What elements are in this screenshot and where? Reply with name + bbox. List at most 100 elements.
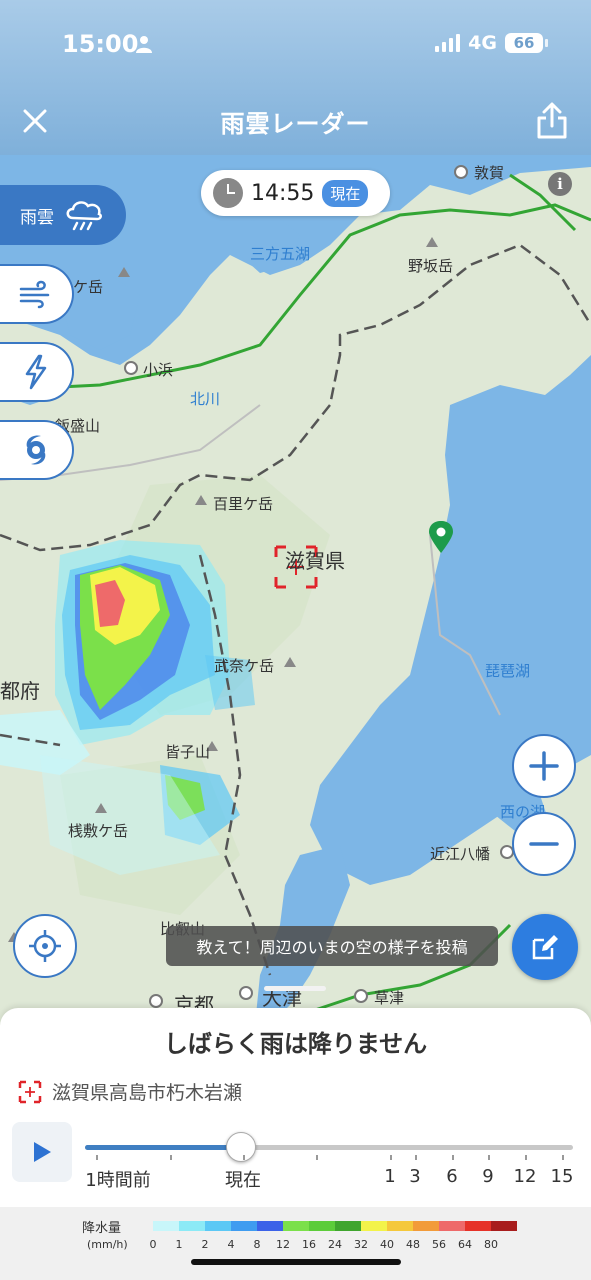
legend-value: 0 bbox=[149, 1238, 157, 1251]
clock-icon bbox=[213, 178, 243, 208]
legend-unit: (mm/h) bbox=[87, 1238, 128, 1251]
legend-value: 56 bbox=[432, 1238, 446, 1251]
location-row[interactable]: 滋賀県高島市朽木岩瀬 bbox=[18, 1078, 242, 1105]
timeline-progress bbox=[85, 1145, 242, 1150]
lightning-icon bbox=[25, 354, 47, 390]
legend-swatch bbox=[257, 1221, 283, 1231]
info-icon[interactable]: i bbox=[548, 172, 572, 196]
timeline-thumb[interactable] bbox=[226, 1132, 257, 1162]
play-button[interactable] bbox=[12, 1122, 72, 1182]
timeline-tick bbox=[96, 1155, 98, 1160]
map-label-bukagatake: 武奈ケ岳 bbox=[214, 657, 275, 675]
map-label-hyakurigatake: 百里ケ岳 bbox=[213, 495, 274, 513]
post-button[interactable] bbox=[512, 914, 578, 980]
legend-value: 8 bbox=[253, 1238, 261, 1251]
page-title: 雨雲レーダー bbox=[220, 110, 371, 138]
post-sky-banner[interactable]: 教えて！周辺のいまの空の様子を投稿 bbox=[166, 926, 498, 966]
map-label-tsuruga: 敦賀 bbox=[474, 164, 505, 182]
timeline-label: 15 bbox=[550, 1166, 574, 1187]
timeline-label: 12 bbox=[513, 1166, 537, 1187]
legend-swatch bbox=[179, 1221, 205, 1231]
legend-value: 80 bbox=[484, 1238, 498, 1251]
radar-map[interactable]: 敦賀 三方五湖 野坂岳 ケ岳 小浜 北川 飯盛山 百里ケ岳 滋賀県 武奈ケ岳 琵… bbox=[0, 155, 591, 1025]
radar-time: 14:55 bbox=[251, 180, 315, 206]
legend-value: 2 bbox=[201, 1238, 209, 1251]
legend-swatch bbox=[387, 1221, 413, 1231]
forecast-summary: しばらく雨は降りません bbox=[163, 1030, 428, 1058]
sheet-handle[interactable] bbox=[264, 986, 326, 991]
legend-swatch bbox=[413, 1221, 439, 1231]
current-badge: 現在 bbox=[322, 179, 369, 207]
legend-color-bar bbox=[153, 1221, 517, 1231]
timeline-tick bbox=[170, 1155, 172, 1160]
minus-icon bbox=[529, 842, 559, 846]
legend-swatch bbox=[491, 1221, 517, 1231]
legend-value: 16 bbox=[302, 1238, 316, 1251]
timeline-label: 1時間前 bbox=[85, 1170, 151, 1191]
legend-value: 64 bbox=[458, 1238, 472, 1251]
legend-swatch bbox=[283, 1221, 309, 1231]
legend-swatch bbox=[465, 1221, 491, 1231]
timeline-tick bbox=[243, 1155, 245, 1160]
timeline-label: 現在 bbox=[225, 1170, 261, 1191]
status-indicators: 4G 66 bbox=[435, 32, 548, 54]
edit-icon bbox=[532, 935, 558, 960]
legend-value: 4 bbox=[227, 1238, 235, 1251]
layer-tab-rain[interactable]: 雨雲 bbox=[0, 185, 126, 245]
share-icon[interactable] bbox=[535, 102, 569, 140]
layer-tab-typhoon[interactable] bbox=[0, 420, 74, 480]
location-pin-icon[interactable] bbox=[428, 520, 454, 554]
layer-tab-rain-label: 雨雲 bbox=[20, 207, 54, 228]
map-label-shiga: 滋賀県 bbox=[285, 549, 345, 573]
legend-swatch bbox=[231, 1221, 257, 1231]
location-name: 滋賀県高島市朽木岩瀬 bbox=[52, 1082, 243, 1104]
battery-icon: 66 bbox=[505, 33, 548, 53]
legend-swatch bbox=[439, 1221, 465, 1231]
timeline-tick bbox=[415, 1155, 417, 1160]
timeline-tick bbox=[488, 1155, 490, 1160]
play-icon bbox=[34, 1142, 51, 1162]
top-bar: 15:00 4G 66 雨雲レーダー bbox=[0, 0, 591, 155]
timeline-label: 9 bbox=[482, 1166, 494, 1187]
map-label-kedake: ケ岳 bbox=[73, 278, 104, 296]
target-icon bbox=[18, 1080, 42, 1103]
timeline-tick bbox=[452, 1155, 454, 1160]
map-label-kitagawa: 北川 bbox=[190, 390, 221, 408]
zoom-in-button[interactable] bbox=[512, 734, 576, 798]
map-label-biwako: 琵琶湖 bbox=[485, 662, 531, 680]
plus-icon bbox=[529, 751, 559, 781]
timeline-tick bbox=[562, 1155, 564, 1160]
map-label-kusatsu: 草津 bbox=[374, 989, 405, 1007]
map-label-omihachiman: 近江八幡 bbox=[430, 845, 491, 863]
map-label-kyotofu: 都府 bbox=[0, 679, 40, 703]
legend-swatch bbox=[153, 1221, 179, 1231]
crosshair-icon bbox=[29, 930, 61, 962]
zoom-out-button[interactable] bbox=[512, 812, 576, 876]
typhoon-icon bbox=[26, 435, 46, 465]
current-location-button[interactable] bbox=[13, 914, 77, 978]
timeline-tick bbox=[316, 1155, 318, 1160]
current-time-pill[interactable]: 14:55 現在 bbox=[201, 170, 390, 216]
precipitation-legend: 降水量 (mm/h) 0 1 2 4 8 12 16 24 32 40 48 56 64 80 bbox=[0, 1207, 591, 1280]
layer-tab-lightning[interactable] bbox=[0, 342, 74, 402]
battery-level: 66 bbox=[513, 34, 535, 52]
legend-title: 降水量 bbox=[82, 1221, 122, 1236]
map-label-minagoyama: 皆子山 bbox=[165, 743, 211, 761]
legend-swatch bbox=[205, 1221, 231, 1231]
legend-swatch bbox=[361, 1221, 387, 1231]
legend-value: 32 bbox=[354, 1238, 368, 1251]
map-label-nosakadake: 野坂岳 bbox=[408, 257, 454, 275]
home-indicator[interactable] bbox=[191, 1259, 401, 1265]
layer-tab-wind[interactable] bbox=[0, 264, 74, 324]
rain-cloud-icon bbox=[66, 201, 102, 231]
map-label-sajikigatake: 桟敷ケ岳 bbox=[68, 822, 129, 840]
legend-swatch bbox=[335, 1221, 361, 1231]
legend-swatch bbox=[309, 1221, 335, 1231]
map-label-mikatagoko: 三方五湖 bbox=[250, 245, 311, 263]
map-label-obama: 小浜 bbox=[143, 361, 174, 379]
person-icon bbox=[136, 36, 152, 53]
network-label: 4G bbox=[468, 32, 497, 54]
timeline-tick bbox=[390, 1155, 392, 1160]
signal-icon bbox=[435, 34, 461, 52]
timeline-label: 1 bbox=[384, 1166, 396, 1187]
